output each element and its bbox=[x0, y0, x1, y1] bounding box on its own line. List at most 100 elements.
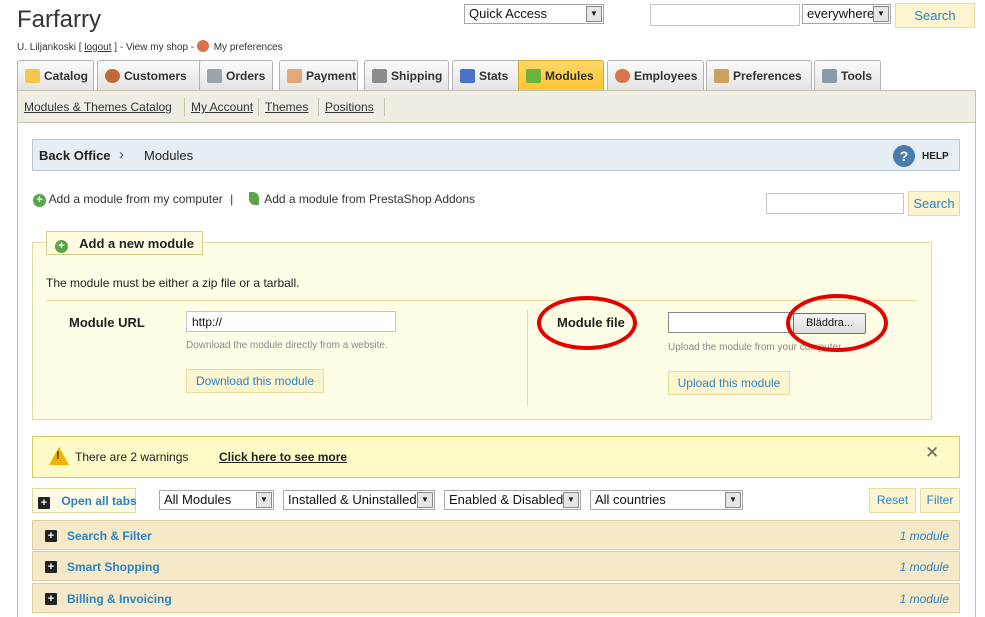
fieldset-divider bbox=[46, 300, 917, 301]
enabled-filter-value: Enabled & Disabled bbox=[449, 492, 564, 507]
tab-customers[interactable]: Customers bbox=[97, 60, 212, 90]
quick-access-select[interactable]: Quick Access ▼ bbox=[464, 4, 604, 24]
folder-icon bbox=[25, 69, 40, 83]
warnings-box: ! There are 2 warnings Click here to see… bbox=[32, 436, 960, 478]
category-count: 1 module bbox=[899, 529, 949, 543]
shop-title: Farfarry bbox=[17, 6, 101, 33]
breadcrumb: Back Office › Modules ? HELP bbox=[32, 139, 960, 171]
person-icon bbox=[105, 69, 120, 83]
module-search-button[interactable]: Search bbox=[908, 191, 960, 216]
global-search-button[interactable]: Search bbox=[895, 3, 975, 28]
search-scope-value: everywhere bbox=[807, 6, 875, 21]
cart-icon bbox=[207, 69, 222, 83]
tab-label: Customers bbox=[124, 69, 187, 83]
subnav-divider bbox=[184, 98, 185, 116]
tab-catalog[interactable]: Catalog bbox=[17, 60, 94, 90]
tab-label: Orders bbox=[226, 69, 266, 83]
chevron-down-icon: ▼ bbox=[417, 492, 433, 508]
tab-preferences[interactable]: Preferences bbox=[706, 60, 812, 90]
view-shop-link[interactable]: - View my shop - bbox=[120, 42, 194, 53]
close-icon[interactable]: ✕ bbox=[925, 443, 939, 463]
countries-filter-select[interactable]: All countries ▼ bbox=[590, 490, 743, 510]
chevron-down-icon: ▼ bbox=[725, 492, 741, 508]
add-from-computer-link[interactable]: Add a module from my computer bbox=[49, 192, 223, 206]
puzzle-icon bbox=[526, 69, 541, 83]
subnav-positions[interactable]: Positions bbox=[325, 100, 374, 114]
warnings-text: There are 2 warnings bbox=[75, 450, 189, 464]
expand-icon: + bbox=[45, 530, 57, 542]
category-row-billing-invoicing[interactable]: + Billing & Invoicing 1 module bbox=[32, 583, 960, 613]
tab-payment[interactable]: Payment bbox=[279, 60, 358, 90]
bracket-open: [ bbox=[78, 42, 82, 53]
search-scope-select[interactable]: everywhere ▼ bbox=[802, 4, 891, 24]
expand-icon: + bbox=[45, 561, 57, 573]
tab-modules[interactable]: Modules bbox=[518, 60, 604, 90]
filter-button[interactable]: Filter bbox=[920, 488, 960, 513]
breadcrumb-back-office[interactable]: Back Office bbox=[39, 148, 111, 163]
chevron-down-icon: ▼ bbox=[873, 6, 889, 22]
installed-filter-select[interactable]: Installed & Uninstalled ▼ bbox=[283, 490, 435, 510]
tab-label: Preferences bbox=[733, 69, 802, 83]
module-url-label: Module URL bbox=[69, 315, 145, 330]
tab-label: Stats bbox=[479, 69, 509, 83]
tab-tools[interactable]: Tools bbox=[814, 60, 881, 90]
main-tabs: Catalog Customers Orders Payment Shippin… bbox=[17, 60, 985, 90]
category-name: Search & Filter bbox=[67, 529, 152, 543]
chevron-down-icon: ▼ bbox=[586, 6, 602, 22]
highlight-ellipse-module-file bbox=[537, 296, 637, 350]
settings-icon bbox=[714, 69, 729, 83]
help-label[interactable]: HELP bbox=[922, 151, 949, 162]
upload-module-button[interactable]: Upload this module bbox=[668, 371, 790, 395]
tab-label: Payment bbox=[306, 69, 357, 83]
tab-shipping[interactable]: Shipping bbox=[364, 60, 449, 90]
module-url-input[interactable]: http:// bbox=[186, 311, 396, 332]
logout-link[interactable]: logout bbox=[84, 42, 111, 53]
subnav-modules-themes-catalog[interactable]: Modules & Themes Catalog bbox=[24, 100, 172, 114]
enabled-filter-select[interactable]: Enabled & Disabled ▼ bbox=[444, 490, 581, 510]
module-url-value: http:// bbox=[192, 315, 223, 329]
add-from-addons-link[interactable]: Add a module from PrestaShop Addons bbox=[264, 192, 475, 206]
category-count: 1 module bbox=[899, 560, 949, 574]
tab-orders[interactable]: Orders bbox=[199, 60, 273, 90]
chevron-down-icon: ▼ bbox=[563, 492, 579, 508]
subnav-themes[interactable]: Themes bbox=[265, 100, 308, 114]
sub-navigation: Modules & Themes Catalog My Account Them… bbox=[17, 90, 976, 123]
category-row-search-filter[interactable]: + Search & Filter 1 module bbox=[32, 520, 960, 550]
legend-label: Add a new module bbox=[79, 236, 194, 251]
bar-chart-icon bbox=[460, 69, 475, 83]
tab-label: Modules bbox=[545, 69, 594, 83]
breadcrumb-current: Modules bbox=[144, 148, 194, 163]
truck-icon bbox=[372, 69, 387, 83]
fieldset-vertical-divider bbox=[527, 310, 528, 406]
tab-label: Shipping bbox=[391, 69, 443, 83]
tab-label: Tools bbox=[841, 69, 873, 83]
category-name: Billing & Invoicing bbox=[67, 592, 172, 606]
quick-access-value: Quick Access bbox=[469, 6, 548, 21]
module-url-hint: Download the module directly from a webs… bbox=[186, 340, 388, 351]
add-module-legend: + Add a new module bbox=[46, 231, 203, 255]
add-module-links: + Add a module from my computer | Add a … bbox=[33, 192, 475, 207]
reset-button[interactable]: Reset bbox=[869, 488, 916, 513]
module-search-input[interactable] bbox=[766, 193, 904, 214]
add-circle-icon: + bbox=[33, 194, 46, 207]
my-preferences-link[interactable]: My preferences bbox=[214, 42, 283, 53]
download-module-button[interactable]: Download this module bbox=[186, 369, 324, 393]
subnav-divider bbox=[318, 98, 319, 116]
subnav-my-account[interactable]: My Account bbox=[191, 100, 253, 114]
tab-label: Catalog bbox=[44, 69, 89, 83]
highlight-ellipse-browse bbox=[786, 294, 888, 352]
global-search-input[interactable] bbox=[650, 4, 800, 26]
category-row-smart-shopping[interactable]: + Smart Shopping 1 module bbox=[32, 551, 960, 581]
open-all-tabs-button[interactable]: + Open all tabs bbox=[32, 488, 137, 513]
user-name: U. Liljankoski bbox=[17, 42, 76, 53]
tab-employees[interactable]: Employees bbox=[607, 60, 704, 90]
user-info: U. Liljankoski [ logout ] - View my shop… bbox=[17, 40, 283, 53]
modules-filter-select[interactable]: All Modules ▼ bbox=[159, 490, 274, 510]
module-file-input[interactable] bbox=[668, 312, 790, 333]
help-icon[interactable]: ? bbox=[893, 145, 915, 167]
installed-filter-value: Installed & Uninstalled bbox=[288, 492, 417, 507]
preferences-person-icon bbox=[196, 40, 209, 52]
warnings-see-more-link[interactable]: Click here to see more bbox=[219, 450, 347, 464]
payment-icon bbox=[287, 69, 302, 83]
subnav-divider bbox=[384, 98, 385, 116]
